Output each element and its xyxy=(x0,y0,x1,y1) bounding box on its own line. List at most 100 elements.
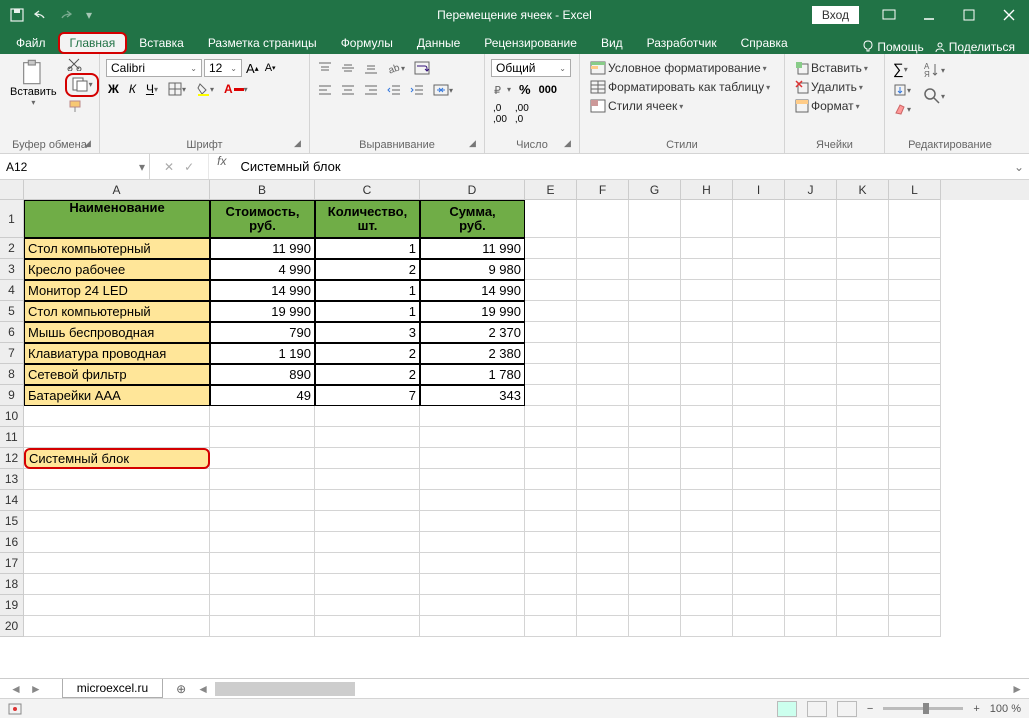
accounting-format-icon[interactable]: ₽▾ xyxy=(491,82,513,98)
cell[interactable] xyxy=(525,469,577,490)
cell[interactable] xyxy=(889,427,941,448)
cell[interactable]: 790 xyxy=(210,322,315,343)
cell[interactable] xyxy=(837,200,889,238)
cell[interactable] xyxy=(629,469,681,490)
cell[interactable]: 1 xyxy=(315,301,420,322)
cell[interactable] xyxy=(210,595,315,616)
column-header[interactable]: I xyxy=(733,180,785,200)
cell[interactable] xyxy=(785,385,837,406)
minimize-icon[interactable] xyxy=(909,0,949,30)
align-center-icon[interactable] xyxy=(339,82,357,98)
selected-cell[interactable]: Системный блок xyxy=(24,448,210,469)
cell[interactable]: 343 xyxy=(420,385,525,406)
cell[interactable] xyxy=(733,301,785,322)
cell[interactable] xyxy=(525,448,577,469)
row-header[interactable]: 8 xyxy=(0,364,24,385)
orientation-icon[interactable]: ab▾ xyxy=(385,60,407,76)
cell[interactable] xyxy=(889,364,941,385)
tab-view[interactable]: Вид xyxy=(589,32,635,54)
fill-icon[interactable]: ▾ xyxy=(891,82,913,98)
row-header[interactable]: 10 xyxy=(0,406,24,427)
cell[interactable] xyxy=(577,385,629,406)
cell[interactable] xyxy=(681,616,733,637)
cell[interactable] xyxy=(785,595,837,616)
cell[interactable] xyxy=(681,553,733,574)
cell[interactable] xyxy=(629,322,681,343)
cell[interactable] xyxy=(210,532,315,553)
cell[interactable] xyxy=(577,490,629,511)
cell[interactable]: Сетевой фильтр xyxy=(24,364,210,385)
cell[interactable] xyxy=(785,574,837,595)
cell[interactable] xyxy=(210,469,315,490)
cell[interactable] xyxy=(315,490,420,511)
cell[interactable] xyxy=(210,448,315,469)
column-header[interactable]: H xyxy=(681,180,733,200)
cell[interactable] xyxy=(210,427,315,448)
cell[interactable]: 1 xyxy=(315,238,420,259)
cell[interactable] xyxy=(525,616,577,637)
cell[interactable]: Монитор 24 LED xyxy=(24,280,210,301)
cell[interactable] xyxy=(315,574,420,595)
cell[interactable] xyxy=(681,490,733,511)
cell[interactable] xyxy=(525,553,577,574)
cell[interactable] xyxy=(24,406,210,427)
cell[interactable] xyxy=(24,469,210,490)
cell[interactable] xyxy=(733,200,785,238)
cell[interactable] xyxy=(577,322,629,343)
cell[interactable] xyxy=(889,200,941,238)
cell[interactable] xyxy=(785,259,837,280)
cell[interactable] xyxy=(889,532,941,553)
increase-indent-icon[interactable] xyxy=(408,82,426,98)
cell[interactable]: 19 990 xyxy=(210,301,315,322)
cell[interactable] xyxy=(629,200,681,238)
align-launcher-icon[interactable]: ◢ xyxy=(469,138,481,150)
cell[interactable] xyxy=(525,574,577,595)
cell[interactable] xyxy=(733,385,785,406)
align-top-icon[interactable] xyxy=(316,60,334,76)
cell[interactable] xyxy=(785,200,837,238)
horizontal-scrollbar[interactable]: ◄ ► xyxy=(191,681,1029,697)
cell[interactable] xyxy=(577,448,629,469)
cell[interactable] xyxy=(420,532,525,553)
cell[interactable] xyxy=(681,385,733,406)
cell[interactable] xyxy=(629,427,681,448)
cell[interactable] xyxy=(629,364,681,385)
column-header[interactable]: L xyxy=(889,180,941,200)
row-header[interactable]: 3 xyxy=(0,259,24,280)
tab-data[interactable]: Данные xyxy=(405,32,472,54)
cell[interactable] xyxy=(525,385,577,406)
cell[interactable] xyxy=(629,259,681,280)
italic-button[interactable]: К xyxy=(127,81,138,97)
cell[interactable] xyxy=(577,616,629,637)
cell[interactable] xyxy=(420,595,525,616)
cell[interactable] xyxy=(629,238,681,259)
row-header[interactable]: 13 xyxy=(0,469,24,490)
column-header[interactable]: B xyxy=(210,180,315,200)
cell[interactable] xyxy=(577,595,629,616)
cell[interactable] xyxy=(785,427,837,448)
cell[interactable] xyxy=(420,616,525,637)
share-button[interactable]: Поделиться xyxy=(934,40,1015,54)
cell[interactable] xyxy=(837,595,889,616)
column-header[interactable]: J xyxy=(785,180,837,200)
align-left-icon[interactable] xyxy=(316,82,334,98)
cell[interactable] xyxy=(733,469,785,490)
cell[interactable] xyxy=(210,616,315,637)
underline-button[interactable]: Ч▾ xyxy=(144,81,160,97)
cell[interactable] xyxy=(785,322,837,343)
column-header[interactable]: K xyxy=(837,180,889,200)
formula-input[interactable]: Системный блок xyxy=(234,154,1009,179)
add-sheet-icon[interactable]: ⊕ xyxy=(171,679,191,699)
cell-styles-button[interactable]: Стили ячеек▾ xyxy=(586,97,778,115)
cell[interactable] xyxy=(733,406,785,427)
cell[interactable] xyxy=(733,490,785,511)
format-as-table-button[interactable]: Форматировать как таблицу▾ xyxy=(586,78,778,96)
cell[interactable] xyxy=(629,553,681,574)
cell[interactable] xyxy=(681,469,733,490)
cell[interactable] xyxy=(733,343,785,364)
cell[interactable]: Наименование xyxy=(24,200,210,238)
font-size-select[interactable]: 12⌄ xyxy=(204,59,242,77)
cell[interactable] xyxy=(525,490,577,511)
name-box[interactable]: A12▾ xyxy=(0,154,150,179)
cell[interactable] xyxy=(785,511,837,532)
